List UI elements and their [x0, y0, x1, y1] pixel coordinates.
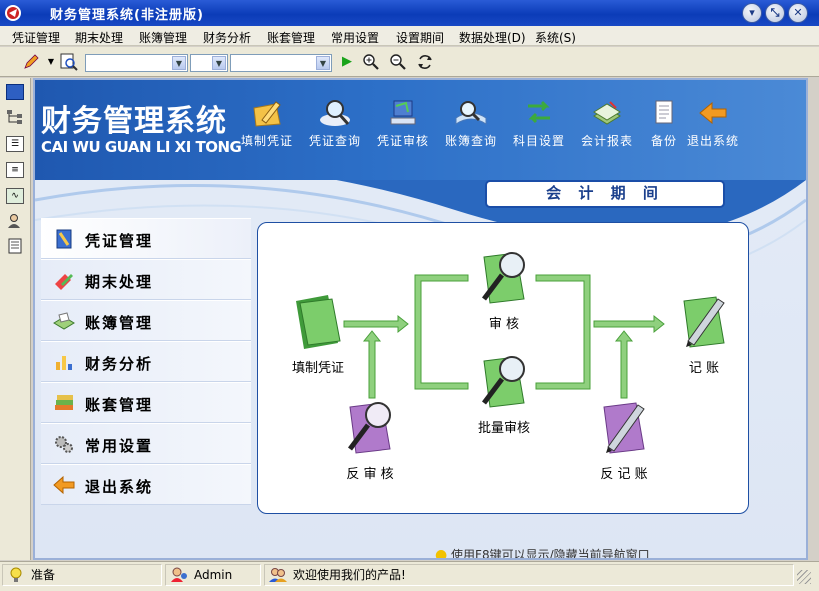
- hint-bar: ● 使用F8键可以显示/隐藏当前导航窗口: [435, 546, 650, 560]
- tree-icon[interactable]: [6, 109, 24, 125]
- refresh-icon[interactable]: [416, 53, 434, 71]
- user-settings-icon[interactable]: [6, 213, 24, 229]
- status-user-panel: Admin: [165, 564, 261, 586]
- menu-settings[interactable]: 常用设置: [331, 29, 379, 46]
- sidemenu-period-end[interactable]: 期末处理: [41, 259, 251, 300]
- pencil-icon[interactable]: [22, 53, 40, 71]
- toolbar-combo-1[interactable]: ▼: [85, 54, 188, 72]
- sidemenu-account-set[interactable]: 账套管理: [41, 382, 251, 423]
- accounting-period-button[interactable]: 会 计 期 间: [485, 180, 725, 208]
- status-message-panel: 欢迎使用我们的产品!: [264, 564, 794, 586]
- toolbar-combo-3[interactable]: ▼: [230, 54, 332, 72]
- toolbar: ▼ ▼ ▼ ▼ ▶: [0, 47, 819, 77]
- pencil-ruler-icon: [53, 270, 75, 290]
- resize-grip-icon[interactable]: [797, 570, 811, 584]
- ledger-book-icon: [53, 311, 75, 331]
- flow-post[interactable]: 记 账: [662, 293, 746, 376]
- side-menu: 凭证管理 期末处理 账簿管理 财务分析 账套管理 常用设置 退出系统: [41, 218, 251, 518]
- folder-magnifier-icon: [478, 353, 530, 411]
- close-button[interactable]: ✕: [788, 3, 808, 23]
- play-icon[interactable]: ▶: [338, 53, 356, 71]
- nav-voucher-audit[interactable]: 凭证审核: [377, 98, 429, 149]
- workflow-diagram: 填制凭证 审 核 批量审核 反 审 核 记 账 反 记 账: [257, 222, 749, 514]
- green-folder-icon: [292, 293, 344, 351]
- sidemenu-exit[interactable]: 退出系统: [41, 464, 251, 505]
- menu-ledger[interactable]: 账簿管理: [139, 29, 187, 46]
- menu-voucher[interactable]: 凭证管理: [12, 29, 60, 46]
- gear-icon: [53, 434, 75, 454]
- menu-bar: 凭证管理 期末处理 账簿管理 财务分析 账套管理 常用设置 设置期间 数据处理(…: [0, 26, 819, 46]
- folder-pen-icon: [678, 293, 730, 351]
- purple-folder-pen-icon: [598, 399, 650, 457]
- dropdown-arrow-icon[interactable]: ▼: [42, 53, 60, 71]
- report-stack-icon: [590, 98, 624, 128]
- user-icon: [170, 567, 188, 583]
- book-search-icon: [454, 98, 488, 128]
- flow-audit[interactable]: 审 核: [454, 249, 554, 332]
- nav-voucher-query[interactable]: 凭证查询: [309, 98, 361, 149]
- menu-analysis[interactable]: 财务分析: [203, 29, 251, 46]
- purple-folder-magnifier-icon: [344, 399, 396, 457]
- nav-backup[interactable]: 备份: [647, 98, 681, 149]
- computer-icon: [386, 98, 420, 128]
- lightbulb-icon: ●: [435, 547, 448, 560]
- logo-title: 财务管理系统: [41, 104, 227, 139]
- logo-subtitle: CAI WU GUAN LI XI TONG: [41, 138, 242, 156]
- nav-exit[interactable]: 退出系统: [687, 98, 739, 149]
- users-icon: [269, 567, 287, 583]
- main-panel: 财务管理系统 CAI WU GUAN LI XI TONG 填制凭证 凭证查询 …: [33, 78, 808, 560]
- flow-batch-audit[interactable]: 批量审核: [454, 353, 554, 436]
- green-arrows-icon: [522, 98, 556, 128]
- magnifier-icon: [318, 98, 352, 128]
- sidemenu-voucher[interactable]: 凭证管理: [41, 218, 251, 259]
- exit-arrow-icon: [53, 475, 75, 495]
- flow-reverse-post[interactable]: 反 记 账: [574, 399, 674, 482]
- status-bar: 准备 Admin 欢迎使用我们的产品!: [0, 561, 819, 591]
- pencil-folder-icon: [250, 98, 284, 128]
- app-logo-icon: [4, 4, 26, 22]
- title-bar[interactable]: 财务管理系统(非注册版) ▾ ⤡ ✕: [0, 0, 819, 26]
- nav-fill-voucher[interactable]: 填制凭证: [241, 98, 293, 149]
- lightbulb-icon: [7, 567, 25, 583]
- menu-set-period[interactable]: 设置期间: [396, 29, 444, 46]
- menu-data[interactable]: 数据处理(D): [459, 29, 526, 46]
- list-icon[interactable]: ☰: [6, 136, 24, 152]
- nav-subject-settings[interactable]: 科目设置: [513, 98, 565, 149]
- window-title: 财务管理系统(非注册版): [50, 8, 204, 23]
- status-ready-panel: 准备: [2, 564, 162, 586]
- menu-period-end[interactable]: 期末处理: [75, 29, 123, 46]
- sidemenu-ledger[interactable]: 账簿管理: [41, 300, 251, 341]
- header-banner: 财务管理系统 CAI WU GUAN LI XI TONG 填制凭证 凭证查询 …: [35, 80, 806, 180]
- left-toolbar: ☰ ≡ ∿: [0, 78, 31, 560]
- zoom-in-icon[interactable]: [362, 53, 380, 71]
- folder-magnifier-icon: [478, 249, 530, 307]
- chevron-down-icon[interactable]: ▼: [316, 56, 330, 70]
- hint-text: 使用F8键可以显示/隐藏当前导航窗口: [451, 548, 650, 560]
- window-icon[interactable]: [6, 84, 24, 100]
- stacked-books-icon: [53, 393, 75, 413]
- flow-fill-voucher[interactable]: 填制凭证: [272, 293, 364, 376]
- minimize-button[interactable]: ▾: [742, 3, 762, 23]
- bar-chart-icon: [53, 352, 75, 372]
- sidemenu-analysis[interactable]: 财务分析: [41, 341, 251, 382]
- restore-button[interactable]: ⤡: [765, 3, 785, 23]
- chevron-down-icon[interactable]: ▼: [212, 56, 226, 70]
- toolbar-combo-2[interactable]: ▼: [190, 54, 228, 72]
- voucher-icon: [53, 229, 75, 249]
- flow-reverse-audit[interactable]: 反 审 核: [320, 399, 420, 482]
- menu-account-set[interactable]: 账套管理: [267, 29, 315, 46]
- document-icon[interactable]: ≡: [6, 162, 24, 178]
- zoom-out-icon[interactable]: [389, 53, 407, 71]
- notebook-icon[interactable]: [6, 238, 24, 254]
- sidemenu-common-settings[interactable]: 常用设置: [41, 423, 251, 464]
- chart-icon[interactable]: ∿: [6, 188, 24, 204]
- document-icon: [647, 98, 681, 128]
- exit-arrow-icon: [696, 98, 730, 128]
- nav-ledger-query[interactable]: 账簿查询: [445, 98, 497, 149]
- menu-system[interactable]: 系统(S): [535, 29, 576, 46]
- nav-accounting-reports[interactable]: 会计报表: [581, 98, 633, 149]
- chevron-down-icon[interactable]: ▼: [172, 56, 186, 70]
- search-icon[interactable]: [60, 53, 78, 71]
